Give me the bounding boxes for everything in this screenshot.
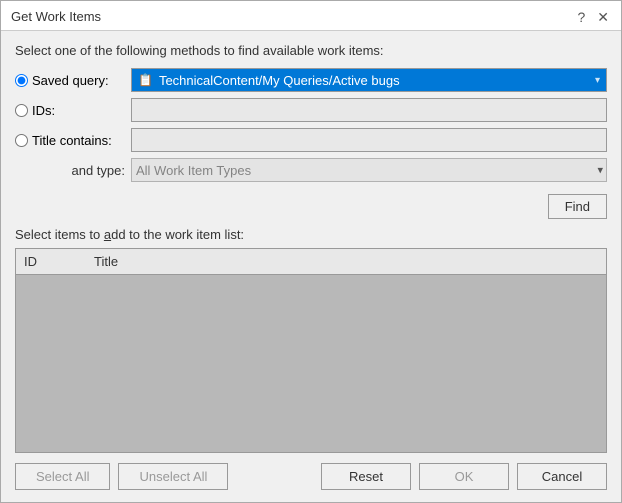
select-all-button[interactable]: Select All: [15, 463, 110, 490]
saved-query-radio[interactable]: [15, 74, 28, 87]
get-work-items-dialog: Get Work Items ? ✕ Select one of the fol…: [0, 0, 622, 503]
title-contains-input[interactable]: [131, 128, 607, 152]
ids-label: IDs:: [32, 103, 55, 118]
find-row: Find: [15, 194, 607, 219]
bottom-buttons: Select All Unselect All Reset OK Cancel: [15, 463, 607, 490]
column-header-title: Title: [86, 252, 606, 271]
section2-label: Select items to add to the work item lis…: [15, 227, 607, 242]
title-contains-radio[interactable]: [15, 134, 28, 147]
help-button[interactable]: ?: [575, 10, 587, 24]
close-button[interactable]: ✕: [595, 10, 611, 24]
cancel-button[interactable]: Cancel: [517, 463, 607, 490]
work-items-table: ID Title: [15, 248, 607, 453]
query-icon: 📋: [138, 73, 153, 87]
method-selection-rows: Saved query: 📋 TechnicalContent/My Queri…: [15, 68, 607, 182]
ids-row: IDs:: [15, 98, 607, 122]
ids-radio[interactable]: [15, 104, 28, 117]
title-bar: Get Work Items ? ✕: [1, 1, 621, 31]
title-contains-label: Title contains:: [32, 133, 112, 148]
section1-label: Select one of the following methods to f…: [15, 43, 607, 58]
and-type-select-wrapper: All Work Item Types: [131, 158, 607, 182]
saved-query-dropdown-arrow: ▾: [595, 75, 600, 86]
ids-input[interactable]: [131, 98, 607, 122]
saved-query-field[interactable]: 📋 TechnicalContent/My Queries/Active bug…: [131, 68, 607, 92]
dialog-body: Select one of the following methods to f…: [1, 31, 621, 502]
left-action-buttons: Select All Unselect All: [15, 463, 228, 490]
title-contains-row: Title contains:: [15, 128, 607, 152]
saved-query-row: Saved query: 📋 TechnicalContent/My Queri…: [15, 68, 607, 92]
column-header-id: ID: [16, 252, 86, 271]
title-controls: ? ✕: [575, 10, 611, 24]
and-type-row: and type: All Work Item Types: [15, 158, 607, 182]
title-contains-radio-label[interactable]: Title contains:: [15, 133, 125, 148]
reset-button[interactable]: Reset: [321, 463, 411, 490]
ids-radio-label[interactable]: IDs:: [15, 103, 125, 118]
find-button[interactable]: Find: [548, 194, 607, 219]
and-type-select[interactable]: All Work Item Types: [131, 158, 607, 182]
table-body: [16, 275, 606, 452]
dialog-title: Get Work Items: [11, 9, 101, 24]
saved-query-value: TechnicalContent/My Queries/Active bugs: [159, 73, 595, 88]
right-action-buttons: Reset OK Cancel: [321, 463, 607, 490]
saved-query-label: Saved query:: [32, 73, 109, 88]
ok-button[interactable]: OK: [419, 463, 509, 490]
and-type-label: and type:: [15, 163, 125, 178]
table-header: ID Title: [16, 249, 606, 275]
saved-query-radio-label[interactable]: Saved query:: [15, 73, 125, 88]
unselect-all-button[interactable]: Unselect All: [118, 463, 228, 490]
